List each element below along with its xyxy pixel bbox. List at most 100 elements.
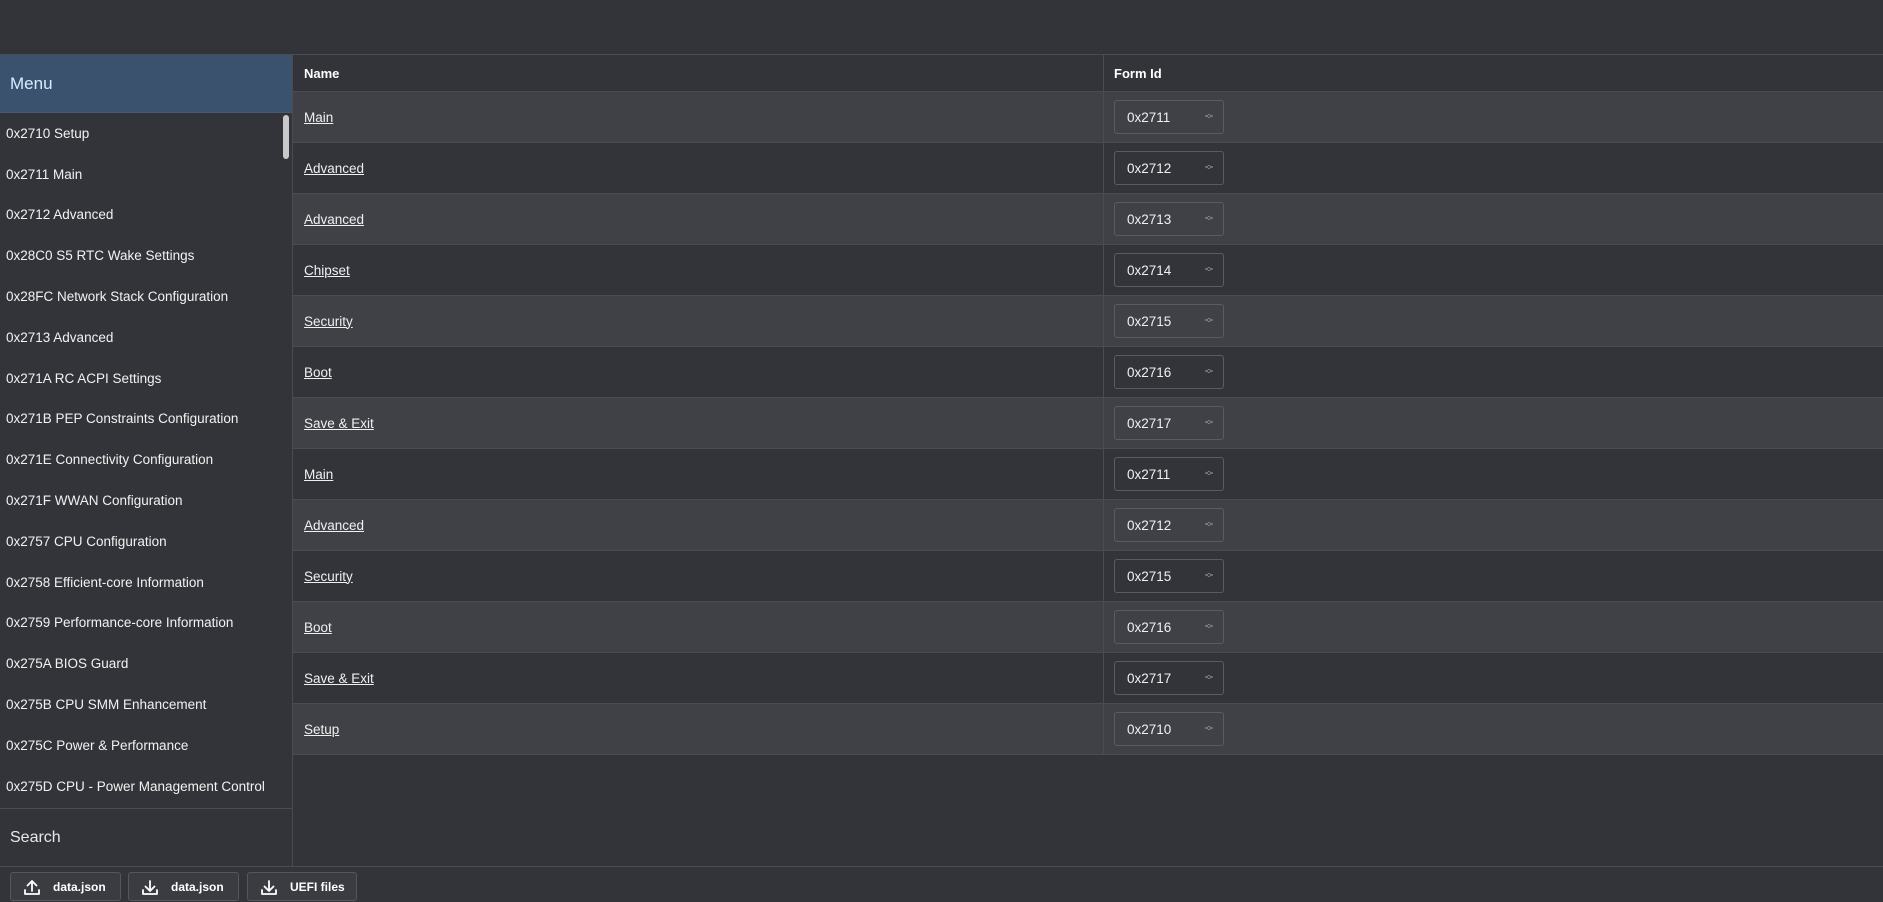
menu-item-label: 0x2758 Efficient-core Information [6, 574, 204, 590]
menu-item-label: 0x28FC Network Stack Configuration [6, 289, 229, 305]
table-row: Security 0x2715 ︿ ﹀ [293, 296, 1883, 347]
menu-item[interactable]: 0x2713 Advanced [0, 317, 292, 358]
menu-item[interactable]: 0x271A RC ACPI Settings [0, 358, 292, 399]
form-id-value: 0x2714 [1127, 262, 1172, 278]
form-id-value: 0x2717 [1127, 670, 1172, 686]
menu-item[interactable]: 0x28C0 S5 RTC Wake Settings [0, 235, 292, 276]
form-name-link[interactable]: Security [304, 569, 353, 584]
menu-item[interactable]: 0x2759 Performance-core Information [0, 603, 292, 644]
table-row: Main 0x2711 ︿ ﹀ [293, 92, 1883, 143]
form-id-value: 0x2713 [1127, 211, 1172, 227]
form-name-link[interactable]: Advanced [304, 212, 364, 227]
forms-table: Name Form Id Main 0x2711 ︿ ﹀ Advanced 0x27… [293, 54, 1883, 866]
form-name-link[interactable]: Main [304, 467, 333, 482]
form-name-link[interactable]: Boot [304, 620, 332, 635]
form-name-link[interactable]: Save & Exit [304, 416, 374, 431]
form-name-link[interactable]: Advanced [304, 518, 364, 533]
menu-item[interactable]: 0x2710 Setup [0, 113, 292, 154]
menu-item-label: 0x2759 Performance-core Information [6, 615, 234, 631]
menu-item[interactable]: 0x275C Power & Performance [0, 725, 292, 766]
menu-scrollbar-thumb[interactable] [283, 115, 289, 159]
table-row: Setup 0x2710 ︿ ﹀ [293, 704, 1883, 755]
form-id-stepper[interactable]: 0x2712 ︿ ﹀ [1114, 508, 1224, 542]
upload-data-json-button[interactable]: data.json [10, 872, 121, 901]
menu-item-label: 0x2713 Advanced [6, 329, 114, 345]
form-name-link[interactable]: Advanced [304, 161, 364, 176]
table-row: Advanced 0x2712 ︿ ﹀ [293, 143, 1883, 194]
top-bar [0, 0, 1883, 54]
form-id-value: 0x2717 [1127, 415, 1172, 431]
menu-title: Menu [10, 73, 53, 93]
form-id-value: 0x2710 [1127, 721, 1172, 737]
spin-arrows-icon[interactable]: ︿ ﹀ [1205, 620, 1213, 634]
spin-arrows-icon[interactable]: ︿ ﹀ [1205, 110, 1213, 124]
menu-list: 0x2710 Setup 0x2711 Main 0x2712 Advanced… [0, 113, 292, 807]
search-label: Search [10, 828, 61, 846]
menu-item[interactable]: 0x275B CPU SMM Enhancement [0, 684, 292, 725]
menu-item[interactable]: 0x2711 Main [0, 154, 292, 195]
form-id-stepper[interactable]: 0x2711 ︿ ﹀ [1114, 100, 1224, 134]
menu-item[interactable]: 0x275D CPU - Power Management Control [0, 766, 292, 807]
table-row: Advanced 0x2713 ︿ ﹀ [293, 194, 1883, 245]
form-id-stepper[interactable]: 0x2715 ︿ ﹀ [1114, 304, 1224, 338]
search-button[interactable]: Search [0, 808, 292, 866]
spin-arrows-icon[interactable]: ︿ ﹀ [1205, 467, 1213, 481]
menu-item-label: 0x275A BIOS Guard [6, 656, 129, 672]
form-id-stepper[interactable]: 0x2710 ︿ ﹀ [1114, 712, 1224, 746]
spin-arrows-icon[interactable]: ︿ ﹀ [1205, 161, 1213, 175]
menu-item[interactable]: 0x2757 CPU Configuration [0, 521, 292, 562]
form-id-stepper[interactable]: 0x2717 ︿ ﹀ [1114, 406, 1224, 440]
spin-arrows-icon[interactable]: ︿ ﹀ [1205, 416, 1213, 430]
spin-arrows-icon[interactable]: ︿ ﹀ [1205, 314, 1213, 328]
menu-item[interactable]: 0x2758 Efficient-core Information [0, 562, 292, 603]
form-id-stepper[interactable]: 0x2714 ︿ ﹀ [1114, 253, 1224, 287]
spin-arrows-icon[interactable]: ︿ ﹀ [1205, 365, 1213, 379]
form-name-link[interactable]: Setup [304, 722, 339, 737]
form-id-stepper[interactable]: 0x2716 ︿ ﹀ [1114, 355, 1224, 389]
form-name-link[interactable]: Main [304, 110, 333, 125]
menu-item[interactable]: 0x271F WWAN Configuration [0, 480, 292, 521]
button-label: data.json [171, 879, 224, 894]
menu-item[interactable]: 0x271E Connectivity Configuration [0, 439, 292, 480]
menu-item-label: 0x2757 CPU Configuration [6, 533, 167, 549]
sidebar: Menu 0x2710 Setup 0x2711 Main 0x2712 Adv… [0, 54, 293, 866]
spin-arrows-icon[interactable]: ︿ ﹀ [1205, 263, 1213, 277]
form-id-value: 0x2716 [1127, 364, 1172, 380]
spin-arrows-icon[interactable]: ︿ ﹀ [1205, 212, 1213, 226]
form-id-stepper[interactable]: 0x2712 ︿ ﹀ [1114, 151, 1224, 185]
download-icon [261, 879, 277, 895]
form-name-link[interactable]: Chipset [304, 263, 350, 278]
menu-item-label: 0x2711 Main [6, 166, 83, 182]
menu-item-label: 0x271E Connectivity Configuration [6, 452, 214, 468]
menu-item[interactable]: 0x28FC Network Stack Configuration [0, 276, 292, 317]
form-id-value: 0x2716 [1127, 619, 1172, 635]
download-data-json-button[interactable]: data.json [128, 872, 239, 901]
form-id-stepper[interactable]: 0x2715 ︿ ﹀ [1114, 559, 1224, 593]
menu-item[interactable]: 0x271B PEP Constraints Configuration [0, 399, 292, 440]
spin-arrows-icon[interactable]: ︿ ﹀ [1205, 722, 1213, 736]
menu-item-label: 0x28C0 S5 RTC Wake Settings [6, 248, 195, 264]
button-label: data.json [53, 879, 106, 894]
menu-item[interactable]: 0x2712 Advanced [0, 195, 292, 236]
table-row: Boot 0x2716 ︿ ﹀ [293, 602, 1883, 653]
form-id-value: 0x2711 [1127, 109, 1171, 125]
form-id-stepper[interactable]: 0x2711 ︿ ﹀ [1114, 457, 1224, 491]
menu-item-label: 0x275C Power & Performance [6, 737, 189, 753]
button-label: UEFI files [290, 879, 345, 894]
menu-item[interactable]: 0x275A BIOS Guard [0, 643, 292, 684]
form-id-stepper[interactable]: 0x2716 ︿ ﹀ [1114, 610, 1224, 644]
table-row: Main 0x2711 ︿ ﹀ [293, 449, 1883, 500]
menu-item-label: 0x275B CPU SMM Enhancement [6, 697, 207, 713]
form-name-link[interactable]: Security [304, 314, 353, 329]
spin-arrows-icon[interactable]: ︿ ﹀ [1205, 569, 1213, 583]
form-id-stepper[interactable]: 0x2717 ︿ ﹀ [1114, 661, 1224, 695]
form-id-stepper[interactable]: 0x2713 ︿ ﹀ [1114, 202, 1224, 236]
form-name-link[interactable]: Save & Exit [304, 671, 374, 686]
form-name-link[interactable]: Boot [304, 365, 332, 380]
download-uefi-files-button[interactable]: UEFI files [247, 872, 357, 901]
spin-arrows-icon[interactable]: ︿ ﹀ [1205, 671, 1213, 685]
menu-item-label: 0x271F WWAN Configuration [6, 493, 183, 509]
table-row: Security 0x2715 ︿ ﹀ [293, 551, 1883, 602]
spin-arrows-icon[interactable]: ︿ ﹀ [1205, 518, 1213, 532]
form-id-value: 0x2711 [1127, 466, 1171, 482]
